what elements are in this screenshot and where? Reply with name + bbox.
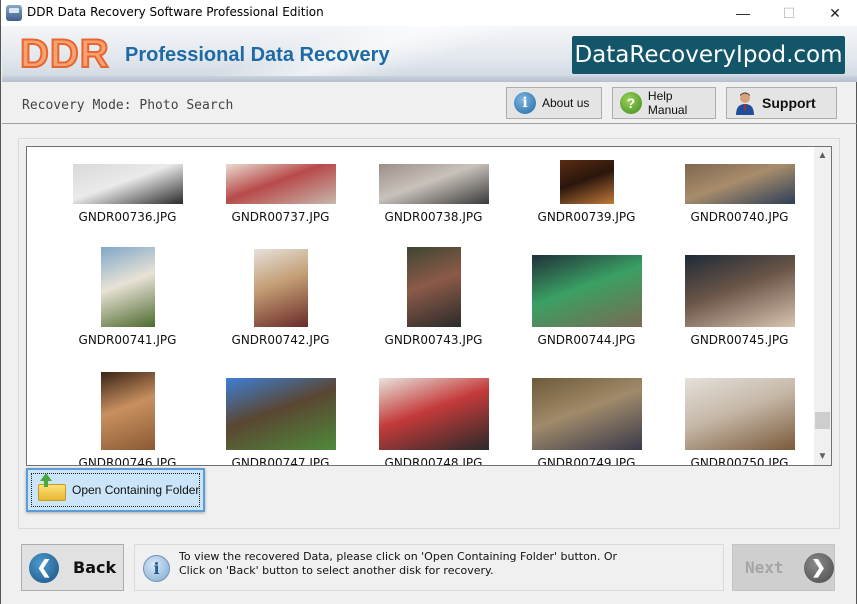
scroll-up-arrow[interactable]: ▲ <box>814 147 831 164</box>
photo-thumbnail[interactable] <box>100 247 155 327</box>
header-divider <box>2 123 857 124</box>
photo-filename: GNDR00741.JPG <box>78 333 177 347</box>
app-icon <box>6 5 22 21</box>
photo-thumbnail[interactable] <box>684 164 795 204</box>
minimize-button[interactable]: — <box>720 0 766 26</box>
scroll-thumb[interactable] <box>815 412 830 430</box>
info-icon: i <box>514 92 536 114</box>
photo-item[interactable]: GNDR00744.JPG <box>510 230 663 353</box>
help-manual-label: Help Manual <box>647 89 688 117</box>
open-containing-folder-button[interactable]: Open Containing Folder <box>26 468 205 512</box>
next-arrow-icon: ❯ <box>803 552 834 583</box>
next-label: Next <box>745 558 784 577</box>
photo-thumbnail[interactable] <box>225 164 336 204</box>
recovery-mode-label: Recovery Mode: Photo Search <box>22 98 234 113</box>
photo-item[interactable]: GNDR00739.JPG <box>510 147 663 230</box>
open-folder-label: Open Containing Folder <box>72 483 200 497</box>
photo-filename: GNDR00737.JPG <box>231 210 330 224</box>
photo-thumbnail[interactable] <box>559 160 614 204</box>
next-button[interactable]: Next ❯ <box>732 544 835 591</box>
photo-filename: GNDR00745.JPG <box>690 333 789 347</box>
info-message: To view the recovered Data, please click… <box>179 550 617 578</box>
help-icon: ? <box>620 92 642 114</box>
photo-item[interactable]: GNDR00741.JPG <box>51 230 204 353</box>
close-button[interactable]: ✕ <box>812 0 857 26</box>
photo-thumbnail[interactable] <box>378 164 489 204</box>
header-banner: DDR Professional Data Recovery DataRecov… <box>2 26 857 82</box>
photo-thumbnail[interactable] <box>406 247 461 327</box>
recovered-photos-gallery[interactable]: GNDR00750.JPG GNDR00749.JPG GNDR00748.JPG G… <box>26 146 832 466</box>
photo-filename: GNDR00746.JPG <box>78 456 177 466</box>
window-title: DDR Data Recovery Software Professional … <box>27 5 324 19</box>
photo-thumbnail[interactable] <box>684 378 795 450</box>
photo-thumbnail[interactable] <box>225 378 336 450</box>
back-label: Back <box>73 558 117 577</box>
photo-item[interactable]: GNDR00742.JPG <box>204 230 357 353</box>
ddr-logo: DDR <box>19 31 110 77</box>
photo-item[interactable]: GNDR00749.JPG <box>510 353 663 466</box>
photo-filename: GNDR00738.JPG <box>384 210 483 224</box>
photo-thumbnail[interactable] <box>72 164 183 204</box>
photo-item[interactable]: GNDR00737.JPG <box>204 147 357 230</box>
help-manual-button[interactable]: ? Help Manual <box>612 87 716 119</box>
photo-filename: GNDR00736.JPG <box>78 210 177 224</box>
photo-item[interactable]: GNDR00747.JPG <box>204 353 357 466</box>
photo-item[interactable]: GNDR00736.JPG <box>51 147 204 230</box>
photo-filename: GNDR00748.JPG <box>384 456 483 466</box>
about-us-button[interactable]: i About us <box>506 87 602 119</box>
photo-filename: GNDR00743.JPG <box>384 333 483 347</box>
photo-item[interactable]: GNDR00743.JPG <box>357 230 510 353</box>
photo-filename: GNDR00739.JPG <box>537 210 636 224</box>
photo-thumbnail[interactable] <box>378 378 489 450</box>
support-person-icon <box>734 92 756 115</box>
info-icon: i <box>143 555 170 582</box>
photo-filename: GNDR00744.JPG <box>537 333 636 347</box>
photo-item[interactable]: GNDR00740.JPG <box>663 147 816 230</box>
about-us-label: About us <box>542 96 590 110</box>
info-message-box: i To view the recovered Data, please cli… <box>134 544 724 591</box>
photo-filename: GNDR00747.JPG <box>231 456 330 466</box>
photo-filename: GNDR00742.JPG <box>231 333 330 347</box>
website-badge: DataRecoveryIpod.com <box>572 36 845 74</box>
back-button[interactable]: ❮ Back <box>21 544 124 591</box>
photo-item[interactable]: GNDR00750.JPG <box>663 353 816 466</box>
photo-thumbnail[interactable] <box>253 249 308 327</box>
photo-item[interactable]: GNDR00745.JPG <box>663 230 816 353</box>
photo-thumbnail[interactable] <box>531 255 642 327</box>
photo-thumbnail[interactable] <box>684 255 795 327</box>
title-bar: DDR Data Recovery Software Professional … <box>1 0 857 26</box>
info-line-1: To view the recovered Data, please click… <box>179 550 617 563</box>
info-line-2: Click on 'Back' button to select another… <box>179 564 494 577</box>
support-label: Support <box>762 95 816 111</box>
scroll-down-arrow[interactable]: ▼ <box>814 448 831 465</box>
back-arrow-icon: ❮ <box>29 552 59 583</box>
photo-item[interactable]: GNDR00748.JPG <box>357 353 510 466</box>
photo-item[interactable]: GNDR00746.JPG <box>51 353 204 466</box>
photo-item[interactable]: GNDR00738.JPG <box>357 147 510 230</box>
photo-thumbnail[interactable] <box>531 378 642 450</box>
vertical-scrollbar[interactable]: ▲ ▼ <box>814 147 831 465</box>
support-button[interactable]: Support <box>726 87 837 119</box>
maximize-button[interactable]: ☐ <box>766 0 812 26</box>
app-window: DDR Data Recovery Software Professional … <box>0 0 857 604</box>
photo-filename: GNDR00749.JPG <box>537 456 636 466</box>
banner-tagline: Professional Data Recovery <box>125 44 390 66</box>
folder-up-icon <box>38 473 66 501</box>
photo-thumbnail[interactable] <box>100 372 155 450</box>
photo-filename: GNDR00750.JPG <box>690 456 789 466</box>
photo-filename: GNDR00740.JPG <box>690 210 789 224</box>
